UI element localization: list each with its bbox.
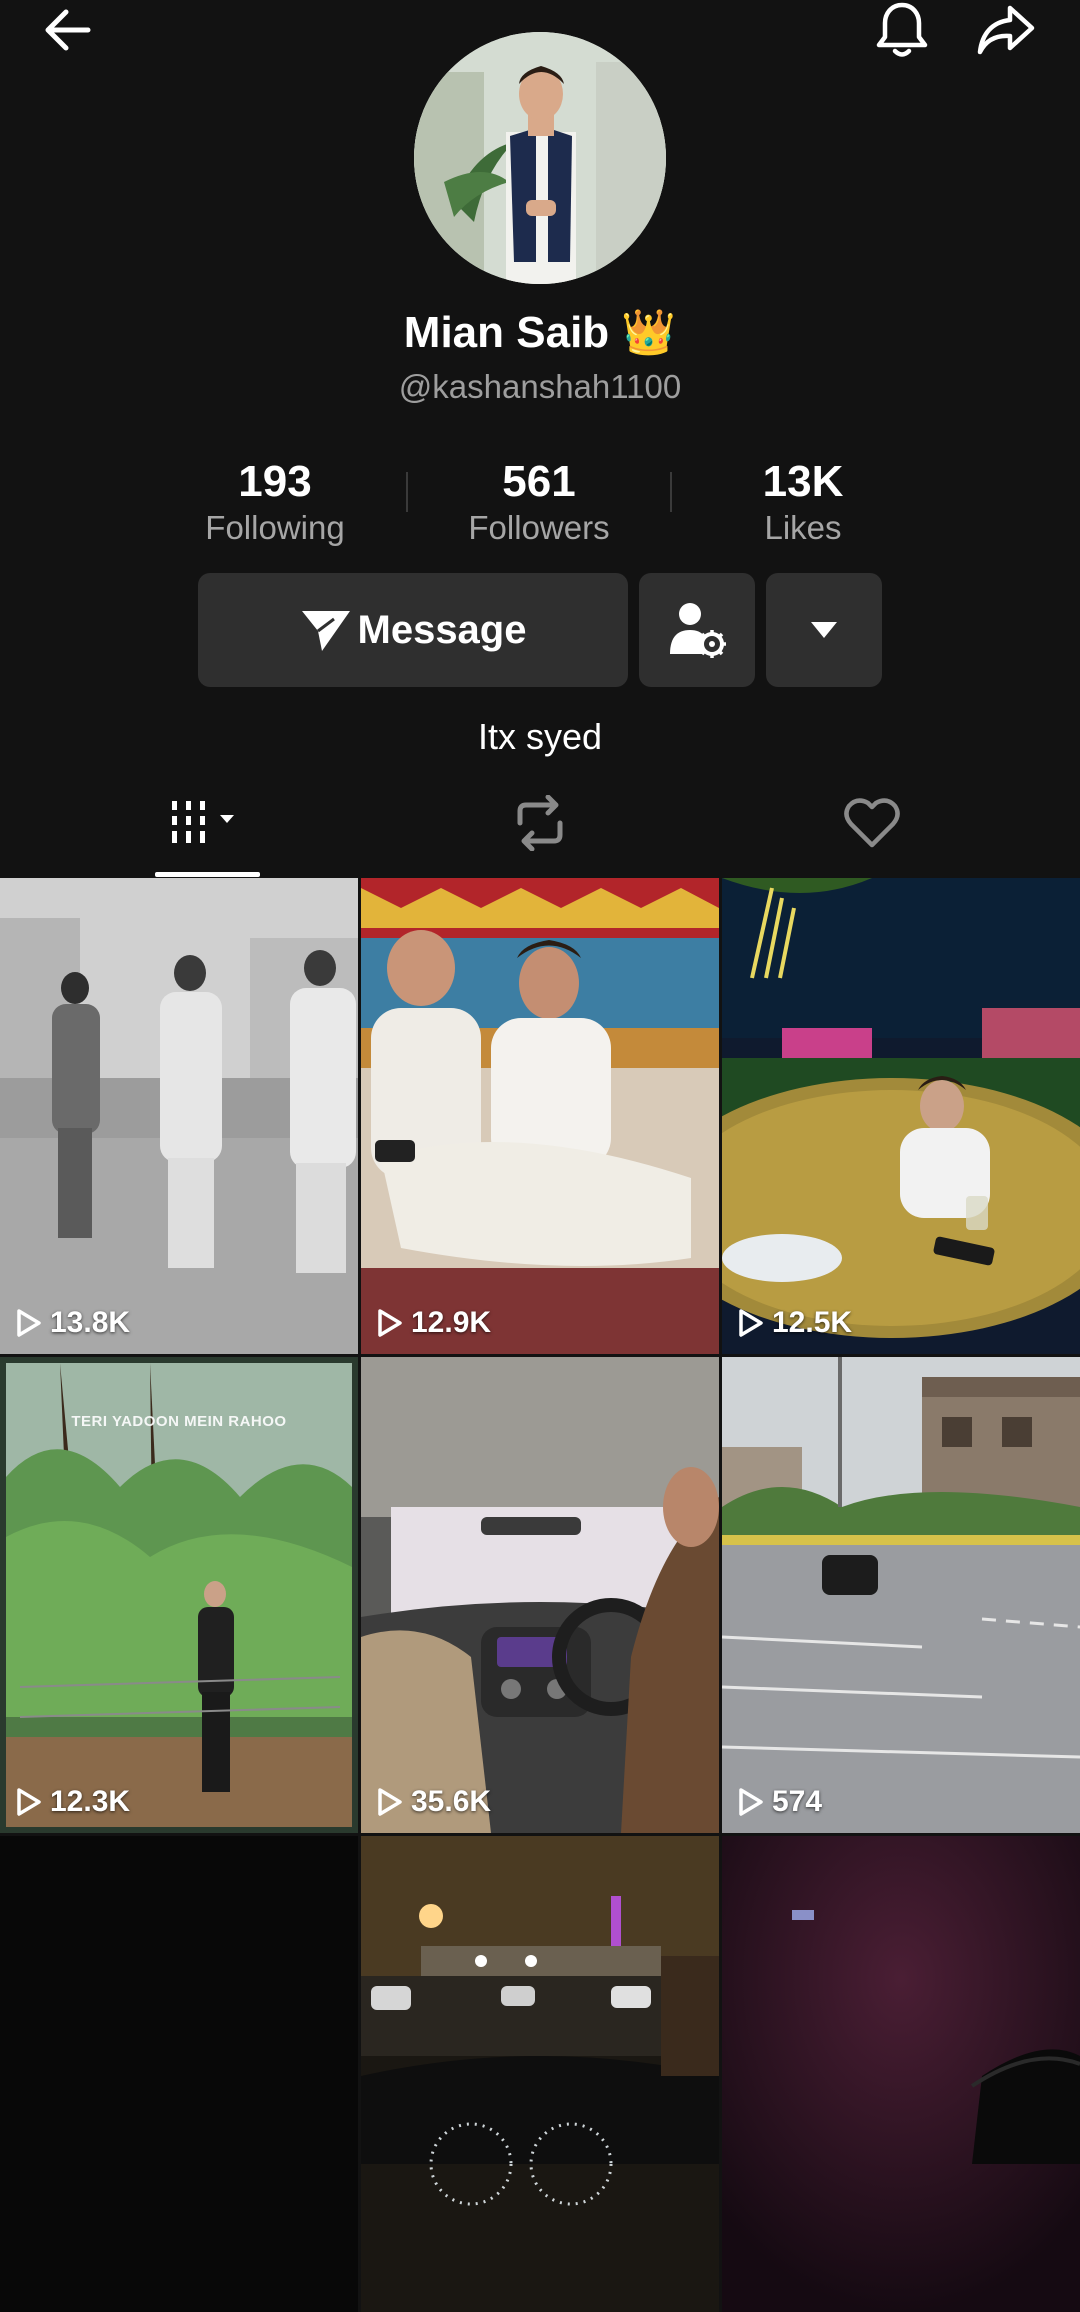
video-overlay-text: TERI YADOON MEIN RAHOO [71,1413,287,1430]
more-options-button[interactable] [766,573,882,687]
video-thumbnail[interactable]: 13.8K [0,878,358,1354]
following-label: Following [205,509,345,546]
video-thumbnail[interactable]: 35.6K [361,1357,719,1833]
following-count: 193 [238,457,312,506]
message-label: Message [357,607,527,652]
repost-icon [517,795,563,851]
friend-settings-button[interactable] [639,573,755,687]
likes-count: 13K [762,457,844,506]
following-stat[interactable]: 193 Following [155,456,395,548]
notifications-button[interactable] [862,0,942,60]
video-thumbnail[interactable] [361,1836,719,2312]
view-count: 12.9K [377,1306,491,1340]
play-icon [17,1309,41,1337]
play-icon [17,1788,41,1816]
username: @kashanshah1100 [398,368,682,405]
view-count: 12.5K [738,1306,852,1340]
followers-count: 561 [502,457,576,506]
display-name: Mian Saib 👑 [403,308,677,357]
followers-stat[interactable]: 561 Followers [419,456,659,548]
back-button[interactable] [28,0,108,60]
tab-reposts[interactable] [480,790,600,856]
tab-videos[interactable] [148,790,268,856]
play-icon [739,1788,763,1816]
active-tab-indicator [155,872,260,877]
tab-liked[interactable] [812,790,932,856]
video-thumbnail[interactable]: 574 [722,1357,1080,1833]
heart-icon [844,798,900,848]
view-count: 12.3K [16,1785,130,1819]
video-thumbnail[interactable] [722,1836,1080,2312]
send-icon [301,611,350,651]
grid-columns-icon [172,801,234,843]
share-button[interactable] [966,0,1046,60]
message-button[interactable]: Message [198,573,628,687]
bio-text: Itx syed [477,716,603,757]
play-icon [739,1309,763,1337]
video-thumbnail[interactable] [0,1836,358,2312]
video-thumbnail[interactable]: TERI YADOON MEIN RAHOO 12.3K [0,1357,358,1833]
stat-divider [406,472,408,512]
person-gear-icon [670,603,726,658]
view-count: 13.8K [16,1306,130,1340]
likes-label: Likes [764,509,842,546]
stat-divider [670,472,672,512]
arrow-left-icon [45,9,91,51]
play-icon [378,1788,402,1816]
caret-down-icon [811,622,837,638]
likes-stat[interactable]: 13K Likes [683,456,923,548]
view-count: 574 [738,1785,822,1819]
avatar[interactable] [414,32,666,284]
bell-icon [876,2,928,57]
video-thumbnail[interactable]: 12.5K [722,878,1080,1354]
video-thumbnail[interactable]: 12.9K [361,878,719,1354]
play-icon [378,1309,402,1337]
view-count: 35.6K [377,1785,491,1819]
followers-label: Followers [468,509,610,546]
share-arrow-icon [977,5,1035,55]
